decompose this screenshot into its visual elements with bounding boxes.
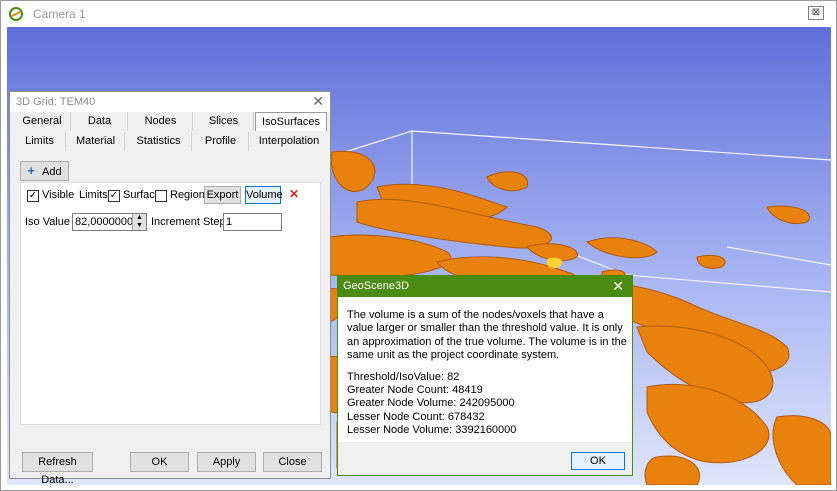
region-label: Region <box>170 189 205 201</box>
tab-slices[interactable]: Slices <box>194 112 254 131</box>
plus-icon: + <box>27 163 35 178</box>
message-title-bar: GeoScene3D ✕ <box>338 276 632 297</box>
visible-label: Visible <box>42 189 75 201</box>
close-button[interactable]: Close <box>263 452 322 472</box>
export-button[interactable]: Export <box>204 186 241 204</box>
message-footer: OK <box>338 442 632 475</box>
threshold-line: Threshold/IsoValue: 82 <box>347 370 460 383</box>
increment-step-input[interactable]: 1 <box>223 213 282 231</box>
refresh-data-button[interactable]: Refresh Data... <box>22 452 93 486</box>
close-icon: ⊠ <box>811 7 821 18</box>
app-logo-icon <box>9 7 23 21</box>
window-close-button[interactable]: ⊠ <box>808 6 824 20</box>
surface-checkbox[interactable]: ✓ <box>108 190 120 202</box>
add-label: Add <box>42 166 62 178</box>
greater-volume-line: Greater Node Volume: 242095000 <box>347 397 515 410</box>
tab-statistics[interactable]: Statistics <box>126 132 192 151</box>
lesser-count-line: Lesser Node Count: 678432 <box>347 410 485 423</box>
iso-value-spinner[interactable]: ▲ ▼ <box>132 214 146 230</box>
tab-data[interactable]: Data <box>72 112 128 131</box>
increment-step-label: Increment Step : <box>151 216 232 228</box>
tab-material[interactable]: Material <box>67 132 125 151</box>
iso-value-label: Iso Value : <box>25 216 77 228</box>
window-title: Camera 1 <box>33 7 86 21</box>
region-checkbox[interactable] <box>155 190 167 202</box>
isosurface-panel: ✓ Visible Limits: ✓ Surface Region Expor… <box>20 182 321 425</box>
message-body: The volume is a sum of the nodes/voxels … <box>347 309 627 438</box>
ok-button[interactable]: OK <box>130 452 189 472</box>
dialog-title-bar: 3D Grid: TEM40 ✕ <box>10 92 330 112</box>
greater-count-line: Greater Node Count: 48419 <box>347 384 483 397</box>
tab-limits[interactable]: Limits <box>14 132 66 151</box>
close-icon[interactable]: ✕ <box>612 278 624 295</box>
tab-interpolation[interactable]: Interpolation <box>250 132 328 151</box>
apply-button[interactable]: Apply <box>197 452 256 472</box>
visible-checkbox[interactable]: ✓ <box>27 190 39 202</box>
tab-profile[interactable]: Profile <box>193 132 249 151</box>
message-title: GeoScene3D <box>343 280 410 292</box>
message-ok-button[interactable]: OK <box>571 452 625 470</box>
dialog-title: 3D Grid: TEM40 <box>16 96 96 108</box>
limits-label: Limits: <box>79 189 111 201</box>
tab-nodes[interactable]: Nodes <box>129 112 193 131</box>
grid-properties-dialog: 3D Grid: TEM40 ✕ General Data Nodes Slic… <box>9 91 331 486</box>
spin-up-icon[interactable]: ▲ <box>133 214 146 222</box>
volume-message-box: GeoScene3D ✕ The volume is a sum of the … <box>337 275 633 476</box>
tab-general[interactable]: General <box>14 112 71 131</box>
lesser-volume-line: Lesser Node Volume: 3392160000 <box>347 424 517 437</box>
close-icon[interactable]: ✕ <box>312 93 324 110</box>
delete-icon[interactable]: ✕ <box>289 187 299 201</box>
tab-isosurfaces[interactable]: IsoSurfaces <box>255 112 327 131</box>
add-button[interactable]: + Add <box>20 161 69 181</box>
window-title-bar: Camera 1 ⊠ <box>1 1 836 27</box>
volume-button[interactable]: Volume <box>245 186 283 204</box>
message-paragraph: The volume is a sum of the nodes/voxels … <box>347 309 627 362</box>
spin-down-icon[interactable]: ▼ <box>133 222 146 230</box>
